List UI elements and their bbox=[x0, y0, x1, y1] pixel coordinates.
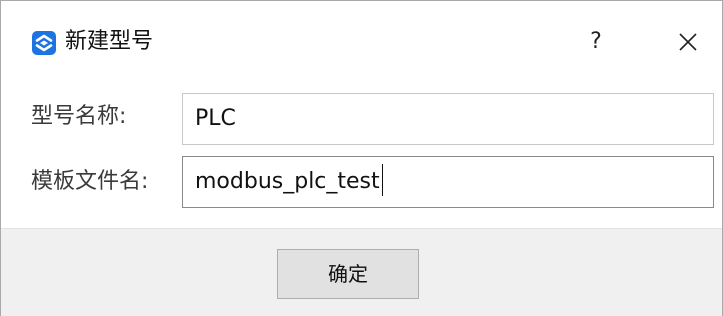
template-file-input[interactable]: modbus_plc_test bbox=[182, 156, 714, 208]
dialog-title: 新建型号 bbox=[65, 29, 154, 54]
close-icon bbox=[679, 33, 697, 51]
close-button[interactable] bbox=[665, 25, 709, 59]
form-area: 型号名称: PLC 模板文件名: modbus_plc_test bbox=[1, 83, 722, 228]
template-file-value: modbus_plc_test bbox=[195, 169, 380, 194]
help-button[interactable]: ? bbox=[576, 25, 616, 59]
app-logo-icon bbox=[32, 31, 56, 55]
text-cursor bbox=[381, 164, 383, 196]
title-bar: 新建型号 ? bbox=[1, 1, 722, 83]
template-file-label: 模板文件名: bbox=[31, 169, 149, 194]
model-name-input[interactable]: PLC bbox=[182, 93, 714, 145]
ok-button[interactable]: 确定 bbox=[277, 249, 419, 299]
new-model-dialog: 新建型号 ? 型号名称: PLC 模板文件名: modbus_plc_test … bbox=[0, 0, 723, 316]
model-name-value: PLC bbox=[195, 106, 236, 131]
model-name-label: 型号名称: bbox=[31, 104, 127, 129]
button-bar: 确定 bbox=[1, 228, 722, 316]
